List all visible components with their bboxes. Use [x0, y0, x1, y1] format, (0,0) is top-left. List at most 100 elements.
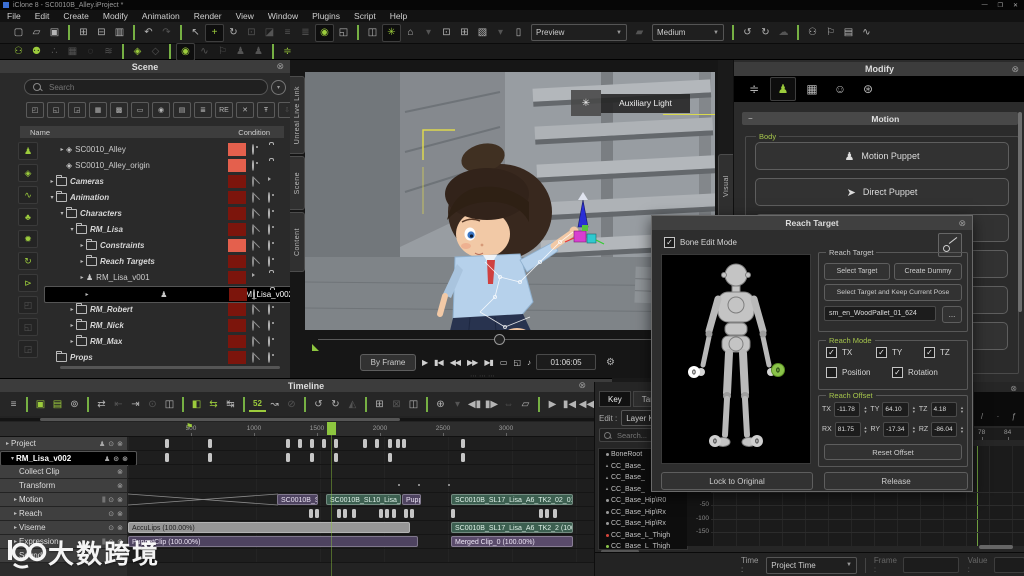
condition-badge[interactable] — [228, 159, 246, 172]
grid-icon[interactable]: ▦ — [64, 44, 81, 60]
clip[interactable]: PuppetClip (100.00%) — [128, 536, 418, 547]
menu-view[interactable]: View — [229, 11, 261, 21]
track-name-project[interactable]: ▸ Project ♟ ⊙ ⊗ — [0, 437, 127, 450]
slash-icon[interactable] — [252, 304, 254, 315]
align-stack-icon[interactable]: ≣ — [297, 25, 314, 41]
scene-tree-row[interactable]: ▸ RM_Nick — [44, 318, 288, 333]
clip[interactable]: SC0010B_SL10_Lisa_A4 — [326, 494, 401, 505]
viewport-tab-unreal-live-link[interactable]: Unreal Live Link — [290, 76, 305, 154]
tree-expand-icon[interactable]: ▸ — [58, 146, 66, 153]
keyframe[interactable] — [388, 439, 392, 448]
checkbox[interactable]: ✓ — [876, 347, 887, 358]
track-name-collect-clip[interactable]: Collect Clip ⊗ — [0, 465, 127, 478]
tangent-curve-icon[interactable]: ƒ — [1010, 408, 1018, 424]
keyframe[interactable] — [337, 509, 341, 518]
offset-field-tz[interactable]: 4.18 — [930, 402, 958, 417]
time-scrubber[interactable] — [318, 339, 708, 340]
track-chev-icon[interactable]: ⊙ — [108, 440, 114, 448]
spring-icon[interactable]: ↺ — [739, 25, 756, 41]
add-track-icon[interactable]: ⊞ — [371, 396, 388, 412]
align-right-icon[interactable]: ▮▶ — [483, 396, 500, 412]
eraser-icon[interactable]: ◪ — [261, 25, 278, 41]
folder-up-icon[interactable]: ◱ — [47, 102, 65, 118]
list-icon[interactable]: ≣ — [194, 102, 212, 118]
track-person-icon[interactable]: ♟ — [104, 455, 110, 463]
dots-icon[interactable]: ∴ — [46, 44, 63, 60]
clip[interactable]: AccuLips (100.00%) — [128, 522, 410, 533]
tree-expand-icon[interactable]: ▾ — [68, 226, 76, 233]
span-icon[interactable]: ⇔ — [500, 396, 517, 412]
track-close-icon[interactable]: ⊗ — [117, 496, 123, 504]
scene-tree-row[interactable]: ▸ Constraints — [44, 238, 288, 253]
check-position[interactable]: Position — [826, 367, 870, 378]
bone-preview[interactable]: 0 0 0 0 — [661, 254, 811, 464]
keyframe[interactable] — [352, 509, 356, 518]
keyframe[interactable] — [553, 509, 557, 518]
caret3-icon[interactable]: ▾ — [449, 396, 466, 412]
pin-icon[interactable]: Ŧ — [257, 102, 275, 118]
check-ty[interactable]: ✓ TY — [876, 347, 902, 358]
undo-key-icon[interactable]: ↺ — [310, 396, 327, 412]
menu-render[interactable]: Render — [187, 11, 229, 21]
condition-badge[interactable] — [228, 191, 246, 204]
slash-icon[interactable] — [252, 192, 254, 203]
keyframe[interactable] — [309, 509, 313, 518]
offset-field-rx[interactable]: 81.75 — [834, 422, 861, 437]
slash-icon[interactable] — [252, 256, 254, 267]
eye-icon[interactable] — [268, 304, 270, 315]
keyframe[interactable] — [461, 439, 465, 448]
keyframe[interactable] — [208, 453, 212, 462]
go-start-button[interactable]: ▮◀ — [434, 358, 444, 367]
tree-expand-icon[interactable]: ▸ — [68, 322, 76, 329]
timeline-ruler[interactable]: 500 1000 1500 2000 2500 3000 — [0, 422, 612, 437]
mute-icon[interactable]: ◭ — [344, 396, 361, 412]
keyframe[interactable] — [451, 509, 455, 518]
track-close-icon[interactable]: ⊗ — [117, 482, 123, 490]
split-clip-icon[interactable]: ⊙ — [144, 396, 161, 412]
track-name-rm_lisa_v002[interactable]: ▾ RM_Lisa_v002 ♟ ⊙ ⊗ — [0, 451, 137, 466]
clip[interactable]: Pupp — [402, 494, 421, 505]
clip[interactable]: Merged Clip_0 (100.00%) — [451, 536, 573, 547]
scrubber-handle[interactable] — [494, 334, 505, 345]
keyframe[interactable] — [388, 453, 392, 462]
track-person-icon[interactable]: ♟ — [99, 440, 105, 448]
keyframe[interactable] — [165, 439, 169, 448]
keyframe[interactable] — [310, 453, 314, 462]
group-icon[interactable]: ◫ — [405, 396, 422, 412]
magnet-icon[interactable]: ⊘ — [283, 396, 300, 412]
condition-badge[interactable] — [228, 255, 246, 268]
open-track-icon[interactable]: ▤ — [49, 396, 66, 412]
record-icon[interactable]: ◉ — [176, 42, 195, 61]
check-tz[interactable]: ✓ TZ — [924, 347, 950, 358]
track-lane-transform[interactable] — [128, 479, 612, 493]
scene-tree-row[interactable]: ▸ Cameras — [44, 174, 288, 189]
track-name-viseme[interactable]: ▸ Viseme ⊙ ⊗ — [0, 521, 127, 534]
track-close-icon[interactable]: ⊗ — [117, 468, 123, 476]
ring-icon[interactable]: ◌ — [82, 44, 99, 60]
spinner[interactable]: ▲ ▼ — [912, 425, 916, 434]
target-name-field[interactable]: sm_en_WoodPallet_01_624 — [824, 306, 936, 321]
tree-expand-icon[interactable]: ▸ — [68, 338, 76, 345]
track-chev-icon[interactable]: ⊙ — [108, 496, 114, 504]
tree-expand-icon[interactable]: ▾ — [48, 194, 56, 201]
diamond-key-icon[interactable]: ◈ — [129, 44, 146, 60]
slash-icon[interactable] — [252, 176, 254, 187]
mirror-icon[interactable]: ▩ — [110, 102, 128, 118]
scene-tree-row[interactable]: ▾ Characters — [44, 206, 288, 221]
keyframe[interactable] — [392, 509, 396, 518]
checkbox[interactable]: ✓ — [892, 367, 903, 378]
close-button[interactable]: ✕ — [1013, 2, 1018, 9]
track-name-motion[interactable]: ▸ Motion ||| ⊙ ⊗ — [0, 493, 127, 506]
track-name-transform[interactable]: Transform ⊗ — [0, 479, 127, 492]
slash-icon[interactable] — [252, 352, 254, 363]
select-icon[interactable]: ↖ — [187, 25, 204, 41]
menu-help[interactable]: Help — [383, 11, 414, 21]
spinner[interactable]: ▲ ▼ — [864, 425, 868, 434]
rotate-icon[interactable]: ↻ — [225, 25, 242, 41]
scene-search-input[interactable] — [47, 81, 231, 93]
condition-badge[interactable] — [228, 207, 246, 220]
motion-puppet-button[interactable]: ♟ Motion Puppet — [755, 142, 1009, 170]
eye-icon[interactable] — [268, 224, 270, 235]
keyframe[interactable] — [375, 439, 379, 448]
frame-rate-icon[interactable]: 52 — [249, 397, 266, 412]
